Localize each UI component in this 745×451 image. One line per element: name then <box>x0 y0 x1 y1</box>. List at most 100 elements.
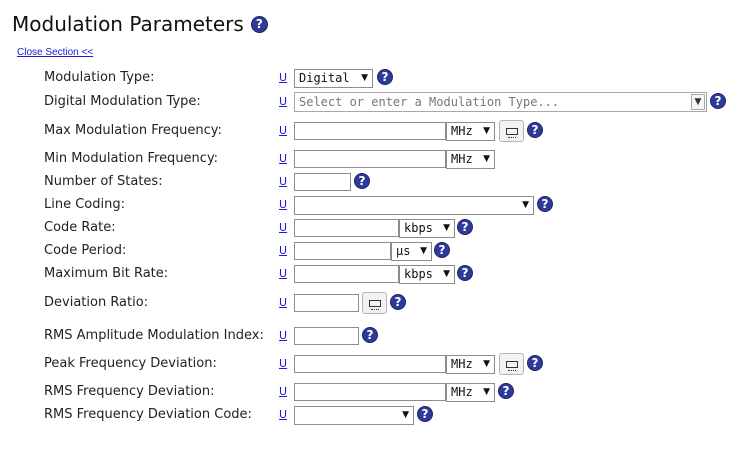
select-value: MHz <box>451 357 473 371</box>
units-link[interactable]: U <box>279 195 287 215</box>
unit-select[interactable]: MHz ▼ <box>446 383 495 402</box>
units-link[interactable]: U <box>279 326 287 346</box>
units-link[interactable]: U <box>279 405 287 425</box>
field-row-max-modulation-frequency: Max Modulation Frequency: U MHz ▼ ? <box>0 120 745 142</box>
select-value: kbps <box>404 267 433 281</box>
chevron-down-icon: ▼ <box>420 246 427 256</box>
field-row-min-modulation-frequency: Min Modulation Frequency: U MHz ▼ <box>0 149 745 169</box>
help-icon[interactable]: ? <box>457 219 473 235</box>
field-label: Code Period: <box>44 243 127 258</box>
select-value: µs <box>396 244 411 258</box>
field-label: Min Modulation Frequency: <box>44 151 219 166</box>
help-icon[interactable]: ? <box>250 15 268 33</box>
unit-select[interactable]: kbps ▼ <box>399 219 455 238</box>
field-label: Max Modulation Frequency: <box>44 123 222 138</box>
line-coding-select[interactable]: ▼ <box>294 196 534 215</box>
calculator-icon <box>505 127 518 138</box>
rms-frequency-deviation-code-select[interactable]: ▼ <box>294 406 414 425</box>
units-link[interactable]: U <box>279 218 287 238</box>
units-link[interactable]: U <box>279 264 287 284</box>
field-row-code-rate: Code Rate: U kbps ▼ ? <box>0 218 745 238</box>
help-icon[interactable]: ? <box>527 122 543 138</box>
field-label: RMS Frequency Deviation Code: <box>44 407 252 422</box>
units-link[interactable]: U <box>279 92 287 112</box>
maximum-bit-rate-input[interactable] <box>294 265 399 283</box>
select-value: Digital <box>299 71 350 85</box>
field-row-line-coding: Line Coding: U ▼ ? <box>0 195 745 215</box>
rms-frequency-deviation-input[interactable] <box>294 383 446 401</box>
calculator-button[interactable] <box>499 353 524 375</box>
select-value: MHz <box>451 152 473 166</box>
help-icon[interactable]: ? <box>417 406 433 422</box>
unit-select[interactable]: kbps ▼ <box>399 265 455 284</box>
chevron-down-icon: ▼ <box>483 387 490 397</box>
help-icon[interactable]: ? <box>354 173 370 189</box>
help-icon[interactable]: ? <box>362 327 378 343</box>
field-row-code-period: Code Period: U µs ▼ ? <box>0 241 745 261</box>
field-label: Number of States: <box>44 174 163 189</box>
help-icon[interactable]: ? <box>527 355 543 371</box>
chevron-down-icon: ▼ <box>483 126 490 136</box>
deviation-ratio-input[interactable] <box>294 294 359 312</box>
select-value: MHz <box>451 124 473 138</box>
unit-select[interactable]: MHz ▼ <box>446 122 495 141</box>
unit-select[interactable]: MHz ▼ <box>446 150 495 169</box>
units-link[interactable]: U <box>279 293 287 313</box>
chevron-down-icon: ▼ <box>483 359 490 369</box>
field-label: Peak Frequency Deviation: <box>44 356 217 371</box>
modulation-type-select[interactable]: Digital ▼ <box>294 69 373 88</box>
select-value: MHz <box>451 385 473 399</box>
field-row-digital-modulation-type: Digital Modulation Type: U Select or ent… <box>0 92 745 112</box>
help-icon[interactable]: ? <box>537 196 553 212</box>
units-link[interactable]: U <box>279 121 287 141</box>
units-link[interactable]: U <box>279 354 287 374</box>
calculator-button[interactable] <box>499 120 524 142</box>
rms-amplitude-modulation-index-input[interactable] <box>294 327 359 345</box>
field-label: Maximum Bit Rate: <box>44 266 169 281</box>
calculator-button[interactable] <box>362 292 387 314</box>
field-row-rms-amplitude-modulation-index: RMS Amplitude Modulation Index: U ? <box>0 326 745 346</box>
code-rate-input[interactable] <box>294 219 399 237</box>
combobox-placeholder: Select or enter a Modulation Type... <box>299 95 560 109</box>
field-label: RMS Amplitude Modulation Index: <box>44 328 264 343</box>
units-link[interactable]: U <box>279 68 287 88</box>
units-link[interactable]: U <box>279 149 287 169</box>
section-header: Modulation Parameters ? <box>12 12 268 36</box>
digital-modulation-type-combobox[interactable]: Select or enter a Modulation Type... ▼ <box>294 92 707 112</box>
help-icon[interactable]: ? <box>390 294 406 310</box>
field-row-number-of-states: Number of States: U ? <box>0 172 745 192</box>
field-label: Line Coding: <box>44 197 125 212</box>
chevron-down-icon: ▼ <box>483 154 490 164</box>
help-icon[interactable]: ? <box>457 265 473 281</box>
field-row-deviation-ratio: Deviation Ratio: U ? <box>0 292 745 314</box>
units-link[interactable]: U <box>279 382 287 402</box>
max-modulation-frequency-input[interactable] <box>294 122 446 140</box>
section-title: Modulation Parameters <box>12 12 244 36</box>
chevron-down-icon: ▼ <box>361 73 368 83</box>
chevron-down-icon: ▼ <box>443 269 450 279</box>
help-icon[interactable]: ? <box>498 383 514 399</box>
help-icon[interactable]: ? <box>377 69 393 85</box>
help-icon[interactable]: ? <box>710 93 726 109</box>
peak-frequency-deviation-input[interactable] <box>294 355 446 373</box>
unit-select[interactable]: MHz ▼ <box>446 355 495 374</box>
units-link[interactable]: U <box>279 241 287 261</box>
field-row-maximum-bit-rate: Maximum Bit Rate: U kbps ▼ ? <box>0 264 745 284</box>
calculator-icon <box>505 360 518 371</box>
units-link[interactable]: U <box>279 172 287 192</box>
field-row-modulation-type: Modulation Type: U Digital ▼ ? <box>0 68 745 88</box>
unit-select[interactable]: µs ▼ <box>391 242 432 261</box>
code-period-input[interactable] <box>294 242 391 260</box>
field-label: Modulation Type: <box>44 70 155 85</box>
number-of-states-input[interactable] <box>294 173 351 191</box>
field-row-rms-frequency-deviation-code: RMS Frequency Deviation Code: U ▼ ? <box>0 405 745 425</box>
field-row-peak-frequency-deviation: Peak Frequency Deviation: U MHz ▼ ? <box>0 353 745 375</box>
help-icon[interactable]: ? <box>434 242 450 258</box>
chevron-down-icon[interactable]: ▼ <box>691 94 705 110</box>
min-modulation-frequency-input[interactable] <box>294 150 446 168</box>
calculator-icon <box>368 299 381 310</box>
field-label: Digital Modulation Type: <box>44 94 201 109</box>
field-label: RMS Frequency Deviation: <box>44 384 215 399</box>
close-section-link[interactable]: Close Section << <box>17 47 93 58</box>
field-label: Code Rate: <box>44 220 116 235</box>
